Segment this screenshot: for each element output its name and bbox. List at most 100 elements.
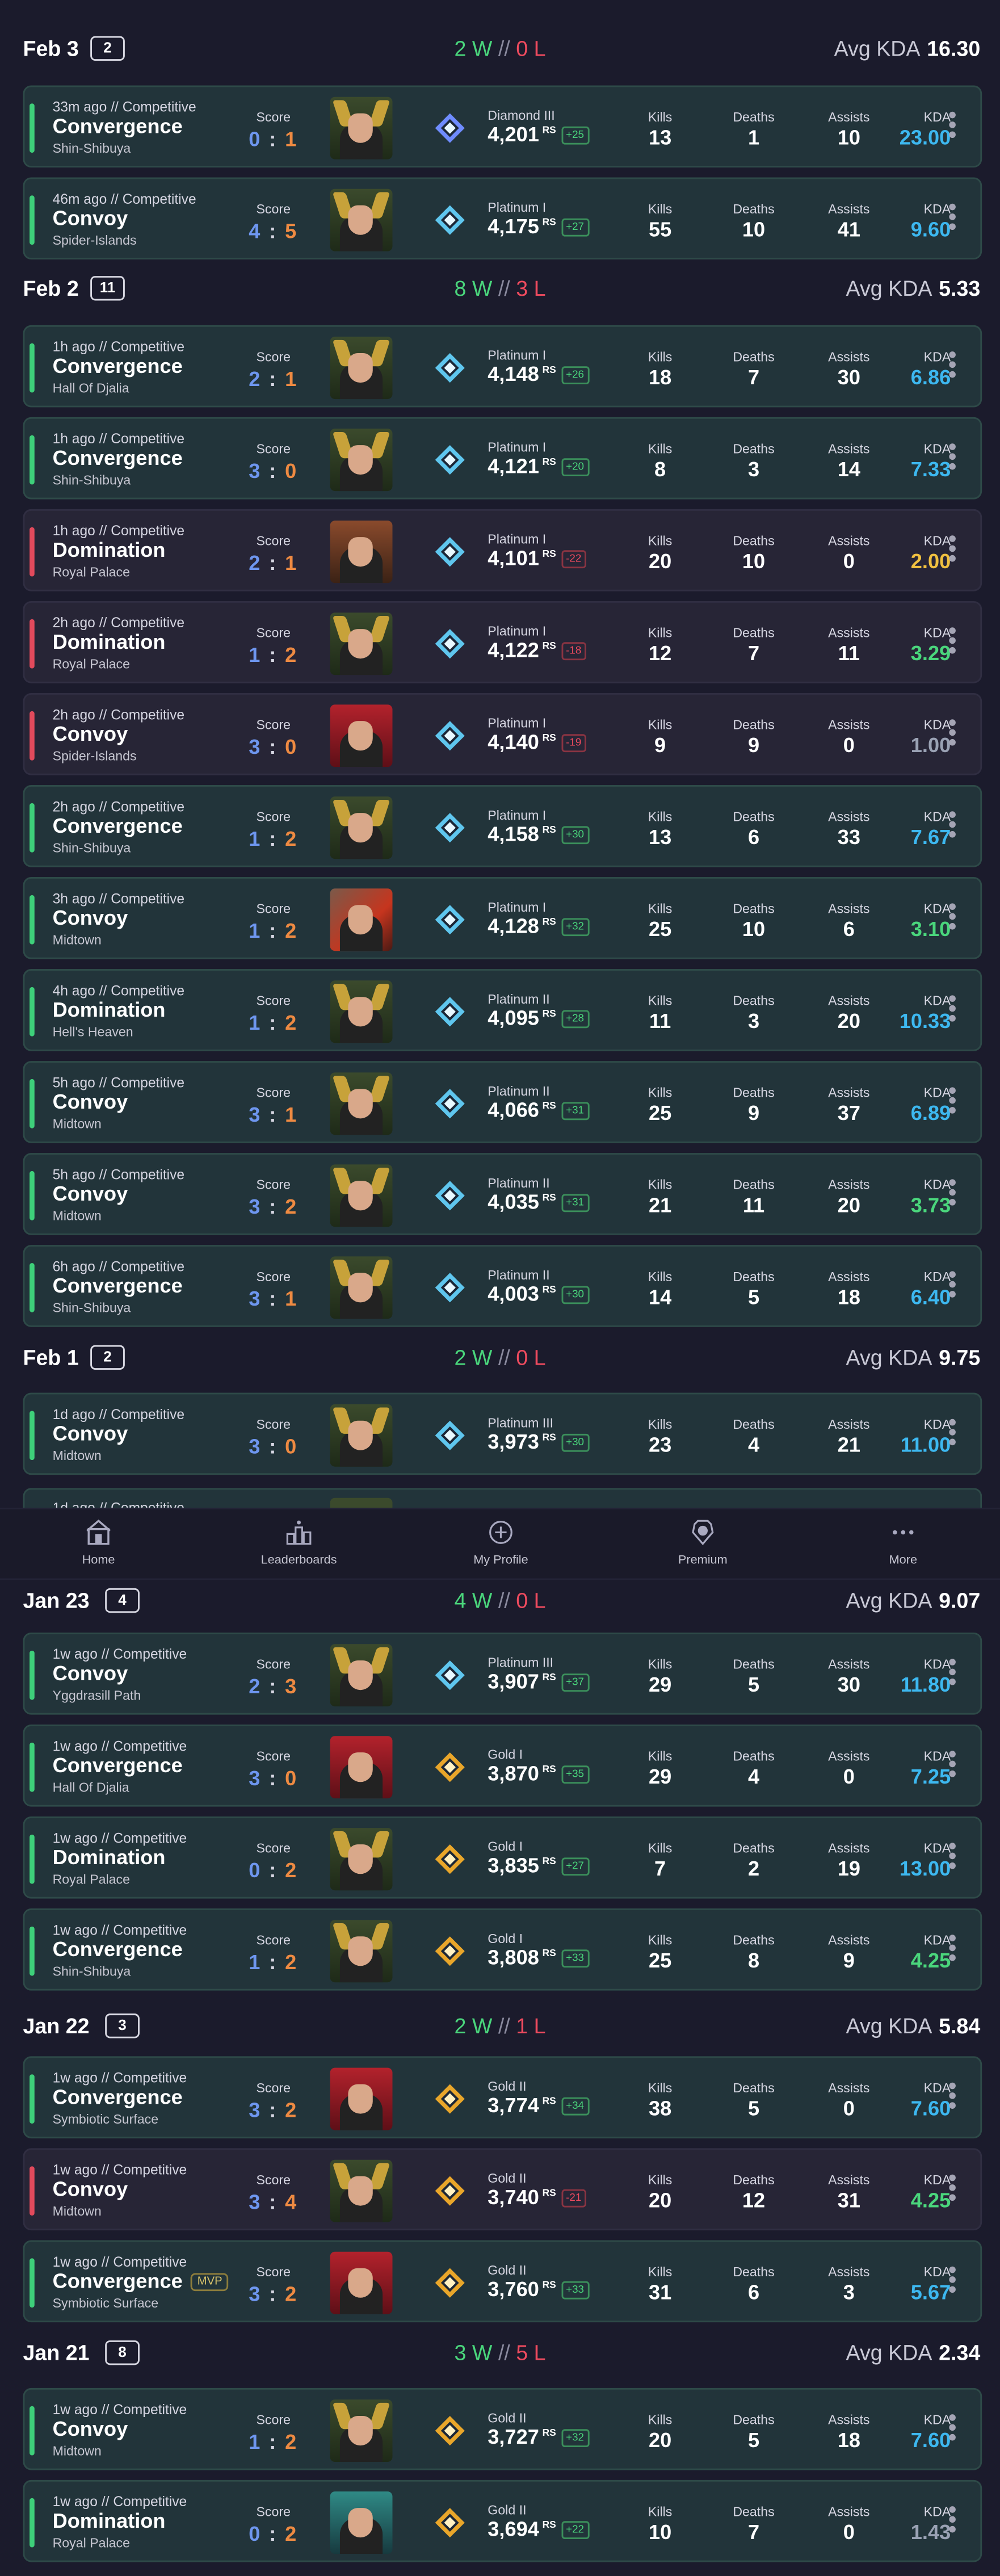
score-team-a: 3 [249,460,262,483]
assists-value: 18 [837,1286,860,1309]
more-options-icon[interactable] [946,719,959,752]
more-options-icon[interactable] [946,1751,959,1784]
more-options-icon[interactable] [946,995,959,1028]
result-indicator [30,803,35,853]
score-colon: : [262,1767,285,1790]
more-options-icon[interactable] [946,2082,959,2116]
more-options-icon[interactable] [946,203,959,237]
dot [949,1668,956,1676]
more-options-icon[interactable] [946,1659,959,1692]
score-label: Score [256,2080,291,2096]
rank-tier: Platinum II [488,1176,550,1191]
more-options-icon[interactable] [946,111,959,145]
game-mode-label: Convoy [52,723,128,746]
nav-my-profile-label: My Profile [473,1552,528,1567]
more-options-icon[interactable] [946,351,959,384]
more-options-icon[interactable] [946,2266,959,2300]
avg-kda-value: 9.75 [939,1345,981,1370]
kda-label: KDA [923,1657,951,1672]
dot [949,2434,956,2441]
more-options-icon[interactable] [946,1179,959,1212]
nav-more[interactable]: More [805,1509,1000,1579]
more-options-icon[interactable] [946,1271,959,1304]
match-card[interactable]: 1d ago // Competitive Convoy Midtown Score 3… [23,1392,982,1475]
match-meta: 1w ago // Competitive [53,1921,187,1938]
match-score: 1 : 2 [235,828,312,851]
day-header: Jan 22 3 2 W // 1 L Avg KDA 5.84 [0,2000,1000,2056]
match-card[interactable]: 1w ago // Competitive Domination Royal Pal… [23,1816,982,1899]
kda-value: 4.25 [910,2189,951,2213]
nav-leaderboards[interactable]: Leaderboards [200,1509,397,1579]
gold-rank-icon [435,2176,465,2206]
match-score: 1 : 2 [235,1951,312,1974]
rank-score-unit: RS [542,550,556,560]
avg-kda: Avg KDA 5.84 [846,2013,981,2038]
match-card[interactable]: 46m ago // Competitive Convoy Spider-Islan… [23,177,982,260]
match-card[interactable]: 1h ago // Competitive Convergence Shin-Shi… [23,417,982,500]
game-mode: Convergence [53,1274,183,1298]
result-indicator [30,103,35,153]
hero-face [348,813,373,843]
rs-delta-badge: +25 [561,126,589,145]
match-card[interactable]: 1w ago // Competitive Convoy Yggdrasill Pa… [23,1632,982,1715]
match-card[interactable]: 1w ago // Competitive Domination Royal Pal… [23,2479,982,2562]
avg-kda-value: 2.34 [939,2340,981,2365]
rs-delta-badge: +35 [561,1765,589,1784]
more-options-icon[interactable] [946,627,959,660]
rs-delta-badge: +22 [561,2521,589,2540]
hero-portrait [330,1164,393,1227]
map-name: Hall Of Djalia [52,1780,129,1795]
more-options-icon[interactable] [946,1419,959,1452]
match-card[interactable]: 3h ago // Competitive Convoy Midtown Score 1… [23,877,982,959]
rank-score: 3,760 RS +33 [488,2278,589,2301]
match-score: 2 : 1 [235,368,312,391]
match-time: 1w ago [52,2069,98,2086]
more-options-icon[interactable] [946,2506,959,2539]
more-options-icon[interactable] [946,443,959,476]
more-options-icon[interactable] [946,1843,959,1876]
match-card[interactable]: 2h ago // Competitive Domination Royal Pal… [23,601,982,683]
more-options-icon[interactable] [946,2174,959,2208]
match-card[interactable]: 5h ago // Competitive Convoy Midtown Score 3… [23,1153,982,1235]
rank-score-value: 4,158 [488,823,539,846]
hero-portrait [330,1736,393,1799]
match-card[interactable]: 1h ago // Competitive Domination Royal Pal… [23,509,982,591]
rank-score-value: 3,740 [488,2185,539,2209]
match-card[interactable]: 1w ago // Competitive Convoy Midtown Score 1… [23,2388,982,2470]
more-options-icon[interactable] [946,903,959,936]
more-options-icon[interactable] [946,535,959,568]
match-card[interactable]: 2h ago // Competitive Convergence Shin-Shi… [23,784,982,867]
match-card[interactable]: 2h ago // Competitive Convoy Spider-Island… [23,693,982,775]
more-options-icon[interactable] [946,1087,959,1120]
match-card[interactable]: 1w ago // Competitive Convergence Shin-Shi… [23,1908,982,1991]
match-time: 2h ago [52,706,95,723]
nav-home[interactable]: Home [0,1509,197,1579]
kills-label: Kills [648,1269,673,1285]
dot [949,1760,956,1768]
match-card[interactable]: 1w ago // Competitive Convergence Hall Of … [23,1724,982,1807]
game-mode-label: Convergence [52,1274,183,1298]
match-queue: Competitive [111,430,185,447]
match-card[interactable]: 1w ago // Competitive Convergence Symbioti… [23,2056,982,2139]
nav-premium[interactable]: Premium [604,1509,801,1579]
more-options-icon[interactable] [946,1935,959,1967]
meta-separator: // [99,1258,107,1275]
match-score: 2 : 3 [235,1675,312,1698]
dot [949,831,956,838]
match-queue: Competitive [113,2161,187,2178]
wins-count: 8 W [454,276,493,301]
more-options-icon[interactable] [946,811,959,844]
match-card[interactable]: 1w ago // Competitive Convergence MVP Symbi… [23,2240,982,2323]
more-options-icon[interactable] [946,2414,959,2447]
match-card[interactable]: 33m ago // Competitive Convergence Shin-Sh… [23,85,982,168]
match-card[interactable]: 1w ago // Competitive Convoy Midtown Score 3… [23,2148,982,2231]
nav-my-profile[interactable]: My Profile [402,1509,599,1579]
match-card[interactable]: 6h ago // Competitive Convergence Shin-Shi… [23,1245,982,1327]
meta-separator: // [101,1921,110,1939]
match-card[interactable]: 5h ago // Competitive Convoy Midtown Score 3… [23,1061,982,1143]
kills-label: Kills [648,202,673,217]
deaths-value: 5 [747,2097,760,2121]
match-card[interactable]: 1h ago // Competitive Convergence Hall Of … [23,325,982,408]
match-card[interactable]: 4h ago // Competitive Domination Hell's He… [23,969,982,1051]
rank-tier: Platinum II [488,1084,550,1099]
